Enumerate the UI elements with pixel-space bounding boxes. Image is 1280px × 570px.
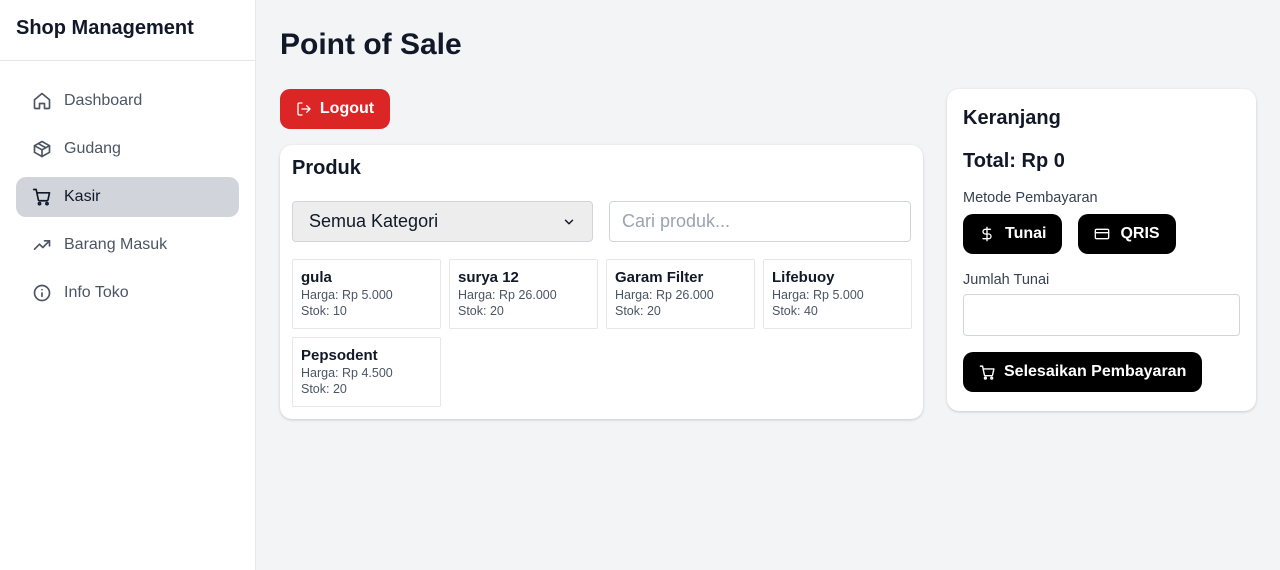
- cash-amount-input[interactable]: [963, 294, 1240, 336]
- product-stock: Stok: 20: [301, 382, 347, 396]
- payment-method-label: Metode Pembayaran: [963, 190, 1098, 206]
- sidebar-item-label: Kasir: [64, 188, 101, 205]
- product-filters: Semua Kategori: [292, 201, 911, 242]
- products-title: Produk: [292, 157, 361, 179]
- product-grid: gula Harga: Rp 5.000 Stok: 10 surya 12 H…: [292, 259, 912, 407]
- pay-cash-button[interactable]: Tunai: [963, 214, 1063, 254]
- shopping-cart-icon: [32, 187, 52, 207]
- product-card[interactable]: Pepsodent Harga: Rp 4.500 Stok: 20: [292, 337, 441, 407]
- sidebar: Shop Management Dashboard Gudang Kasir B…: [0, 0, 256, 570]
- sidebar-item-label: Gudang: [64, 140, 121, 157]
- sidebar-item-barang-masuk[interactable]: Barang Masuk: [16, 225, 239, 265]
- page-title: Point of Sale: [280, 28, 462, 61]
- pay-cash-label: Tunai: [1005, 225, 1047, 242]
- cart-title: Keranjang: [963, 107, 1061, 129]
- products-panel: Produk Semua Kategori gula Harga: Rp 5.0…: [280, 145, 923, 419]
- sidebar-item-label: Barang Masuk: [64, 236, 168, 253]
- home-icon: [32, 91, 52, 111]
- brand-title: Shop Management: [0, 0, 255, 61]
- cash-amount-label: Jumlah Tunai: [963, 272, 1050, 288]
- pay-qris-button[interactable]: QRIS: [1078, 214, 1176, 254]
- logout-button[interactable]: Logout: [280, 89, 390, 129]
- package-icon: [32, 139, 52, 159]
- product-price: Harga: Rp 5.000: [301, 288, 393, 302]
- finish-payment-button[interactable]: Selesaikan Pembayaran: [963, 352, 1203, 392]
- product-stock: Stok: 10: [301, 304, 347, 318]
- shopping-cart-icon: [979, 364, 995, 380]
- sidebar-item-kasir[interactable]: Kasir: [16, 177, 239, 217]
- product-price: Harga: Rp 5.000: [772, 288, 864, 302]
- product-name: Lifebuoy: [772, 269, 835, 286]
- product-stock: Stok: 40: [772, 304, 818, 318]
- product-name: gula: [301, 269, 332, 286]
- sidebar-item-gudang[interactable]: Gudang: [16, 129, 239, 169]
- cart-total: Total: Rp 0: [963, 150, 1065, 172]
- product-stock: Stok: 20: [458, 304, 504, 318]
- payment-methods: Tunai QRIS: [963, 214, 1240, 254]
- sidebar-item-label: Dashboard: [64, 92, 143, 109]
- product-name: surya 12: [458, 269, 519, 286]
- product-price: Harga: Rp 26.000: [458, 288, 557, 302]
- product-card[interactable]: Lifebuoy Harga: Rp 5.000 Stok: 40: [763, 259, 912, 329]
- product-name: Pepsodent: [301, 347, 378, 364]
- product-card[interactable]: surya 12 Harga: Rp 26.000 Stok: 20: [449, 259, 598, 329]
- chevron-down-icon: [564, 219, 574, 224]
- product-price: Harga: Rp 4.500: [301, 366, 393, 380]
- sidebar-nav: Dashboard Gudang Kasir Barang Masuk Info…: [0, 61, 255, 313]
- pay-qris-label: QRIS: [1120, 225, 1160, 242]
- product-name: Garam Filter: [615, 269, 704, 286]
- sidebar-item-dashboard[interactable]: Dashboard: [16, 81, 239, 121]
- category-selected-value: Semua Kategori: [309, 211, 439, 231]
- category-select[interactable]: Semua Kategori: [292, 201, 593, 242]
- sidebar-item-info-toko[interactable]: Info Toko: [16, 273, 239, 313]
- logout-label: Logout: [319, 100, 375, 117]
- credit-card-icon: [1095, 228, 1110, 240]
- product-price: Harga: Rp 26.000: [615, 288, 714, 302]
- dollar-icon: [982, 226, 992, 242]
- logout-icon: [297, 102, 311, 116]
- main-content: Point of Sale Logout Produk Semua Katego…: [256, 0, 1280, 570]
- trending-up-icon: [32, 235, 52, 255]
- product-card[interactable]: gula Harga: Rp 5.000 Stok: 10: [292, 259, 441, 329]
- info-icon: [32, 283, 52, 303]
- cart-panel: Keranjang Total: Rp 0 Metode Pembayaran …: [947, 89, 1256, 411]
- search-input[interactable]: [609, 201, 911, 242]
- product-stock: Stok: 20: [615, 304, 661, 318]
- finish-payment-label: Selesaikan Pembayaran: [1004, 363, 1187, 380]
- sidebar-item-label: Info Toko: [64, 284, 129, 301]
- product-card[interactable]: Garam Filter Harga: Rp 26.000 Stok: 20: [606, 259, 755, 329]
